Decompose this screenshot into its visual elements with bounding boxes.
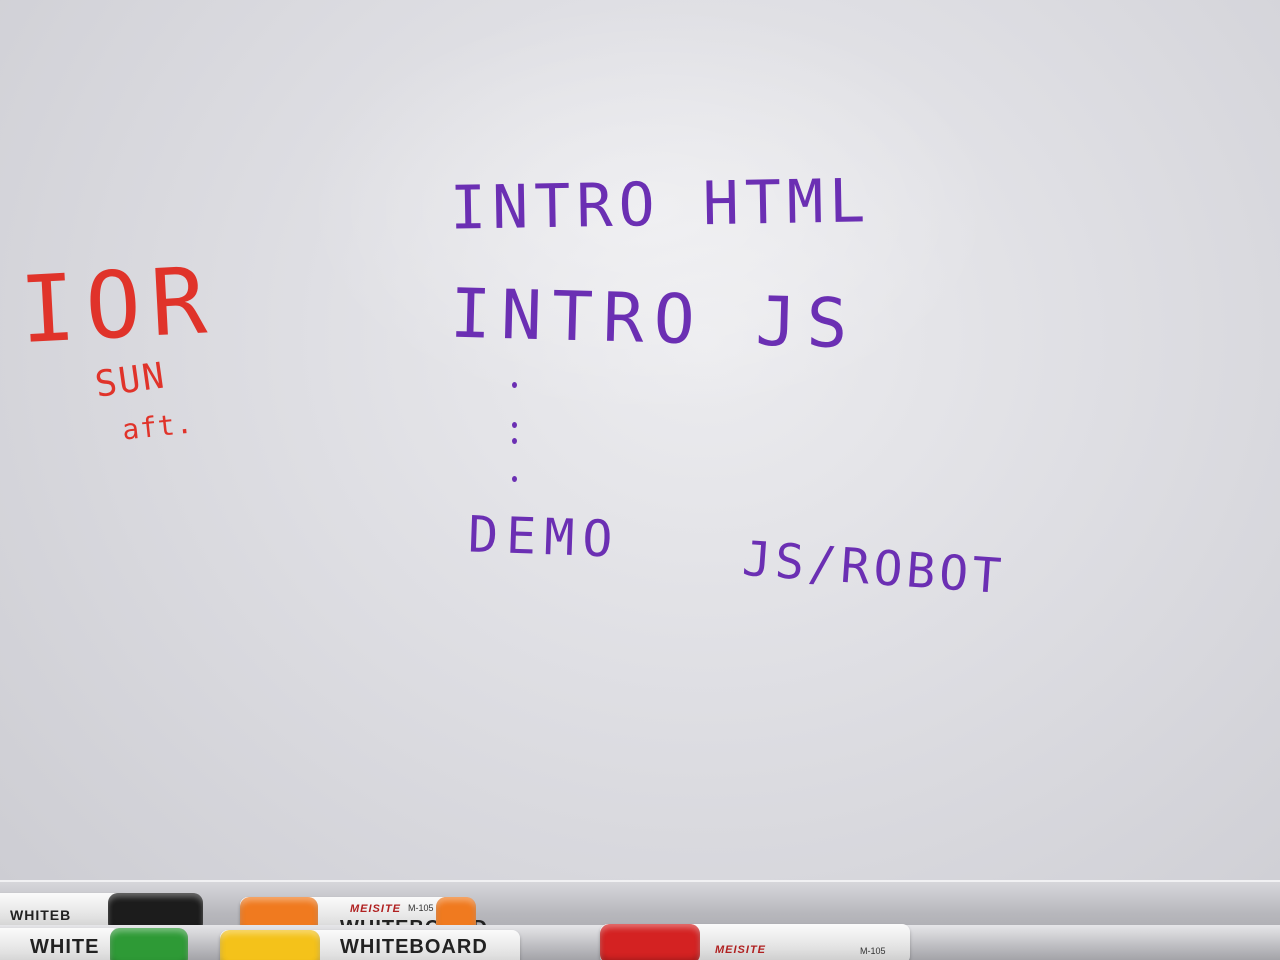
marker-brand: MEISITE: [350, 903, 402, 915]
agenda-item-demo: DEMO: [467, 505, 622, 569]
marker-cap-green: [110, 928, 188, 960]
marker-label: WHITEBOARD: [340, 936, 488, 958]
whiteboard-photo: INTRO HTML INTRO JS DEMO JS/ROBOT IOR SU…: [0, 0, 1280, 960]
ellipsis-dots: [508, 380, 522, 490]
marker-model: M-105: [860, 946, 886, 956]
side-note-line2: aft.: [120, 406, 195, 447]
agenda-item-intro-js: INTRO JS: [449, 274, 859, 365]
marker-green[interactable]: WHITE: [0, 928, 188, 960]
marker-brand: MEISITE: [715, 944, 767, 956]
marker-label: WHITEB: [10, 907, 72, 923]
side-note-line1: SUN: [92, 355, 169, 406]
marker-red[interactable]: MEISITE M-105: [600, 924, 910, 960]
marker-cap-red: [600, 924, 700, 960]
side-note-title: IOR: [17, 246, 219, 365]
marker-label: WHITE: [30, 936, 100, 958]
marker-cap-yellow: [220, 930, 320, 960]
marker-model: M-105: [408, 903, 434, 913]
marker-yellow[interactable]: WHITEBOARD: [220, 930, 520, 960]
agenda-item-js-robot: JS/ROBOT: [740, 530, 1007, 606]
agenda-item-intro-html: INTRO HTML: [449, 166, 872, 244]
